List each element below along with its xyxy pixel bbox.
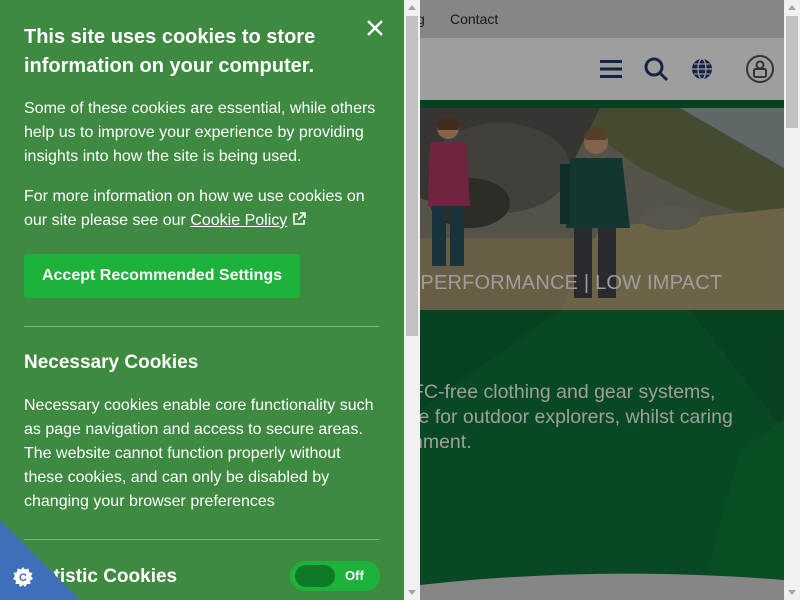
scroll-down-arrow[interactable] (408, 590, 416, 595)
scroll-up-arrow[interactable] (788, 5, 796, 10)
cookie-consent-panel: This site uses cookies to store informat… (0, 0, 420, 600)
necessary-cookies-heading: Necessary Cookies (24, 352, 199, 373)
cookie-icon[interactable]: C (11, 565, 35, 589)
cookie-panel-scrollbar[interactable] (404, 0, 420, 600)
close-icon[interactable] (364, 17, 386, 39)
cookie-policy-link[interactable]: Cookie Policy (190, 212, 287, 229)
svg-text:C: C (19, 572, 27, 584)
external-link-icon[interactable] (291, 211, 307, 227)
section-divider (24, 326, 379, 327)
scrollbar-thumb[interactable] (786, 16, 798, 128)
cookie-intro-text: Some of these cookies are essential, whi… (24, 100, 376, 165)
accept-recommended-settings-button[interactable]: Accept Recommended Settings (24, 254, 300, 298)
toggle-knob (295, 565, 335, 587)
scroll-down-arrow[interactable] (788, 590, 796, 595)
cookie-policy-text: For more information on how we use cooki… (24, 185, 384, 233)
toggle-state-label: Off (345, 568, 364, 583)
statistic-cookies-toggle[interactable]: Off (290, 561, 380, 591)
scrollbar-thumb[interactable] (406, 16, 418, 336)
cookie-panel-title: This site uses cookies to store informat… (24, 26, 316, 77)
page-scrollbar[interactable] (784, 0, 800, 600)
necessary-cookies-text: Necessary cookies enable core functional… (24, 397, 374, 510)
scroll-up-arrow[interactable] (408, 5, 416, 10)
